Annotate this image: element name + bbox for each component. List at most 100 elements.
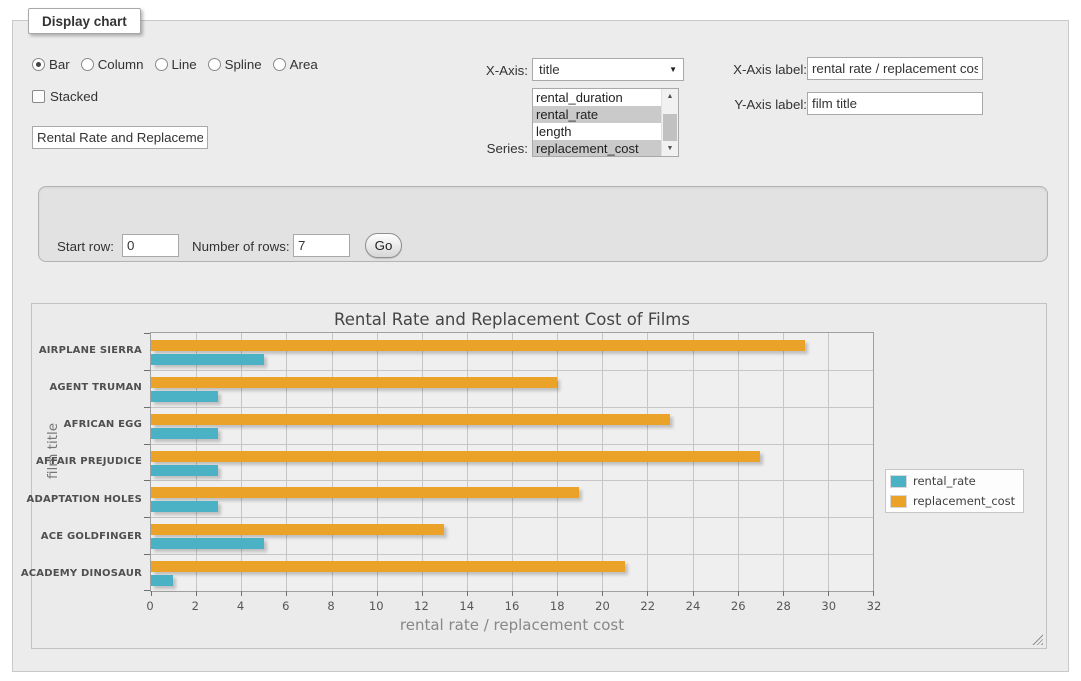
category-label: AFRICAN EGG bbox=[32, 406, 142, 443]
chart-legend: rental_rate replacement_cost bbox=[885, 469, 1024, 513]
y-axis-label-label: Y-Axis label: bbox=[715, 97, 807, 112]
x-tick-label: 0 bbox=[146, 599, 153, 613]
y-tick-mark bbox=[144, 407, 150, 408]
x-tick-mark bbox=[602, 591, 603, 596]
x-tick-mark bbox=[241, 591, 242, 596]
resize-handle-icon[interactable] bbox=[1032, 634, 1043, 645]
x-tick-mark bbox=[196, 591, 197, 596]
x-tick-mark bbox=[738, 591, 739, 596]
gridline bbox=[783, 333, 784, 591]
x-axis-label-input[interactable] bbox=[807, 57, 983, 80]
panel-legend: Display chart bbox=[28, 8, 141, 34]
series-options: rental_durationrental_ratelengthreplacem… bbox=[533, 89, 661, 156]
bar-replacement_cost bbox=[151, 451, 760, 462]
x-tick-mark bbox=[422, 591, 423, 596]
gridline bbox=[693, 333, 694, 591]
chart-type-radio-area[interactable] bbox=[273, 58, 286, 71]
series-option-length[interactable]: length bbox=[533, 123, 661, 140]
category-label: AIRPLANE SIERRA bbox=[32, 332, 142, 369]
bar-rental_rate bbox=[151, 575, 173, 586]
scroll-up-icon[interactable]: ▲ bbox=[662, 89, 678, 104]
y-axis-label-input[interactable] bbox=[807, 92, 983, 115]
y-tick-mark bbox=[144, 333, 150, 334]
chart-type-radio-label[interactable]: Spline bbox=[225, 57, 262, 72]
gridline bbox=[602, 333, 603, 591]
stacked-row: Stacked bbox=[32, 89, 98, 104]
x-tick-mark bbox=[647, 591, 648, 596]
chart-type-radio-label[interactable]: Bar bbox=[49, 57, 70, 72]
legend-label: rental_rate bbox=[913, 474, 976, 488]
y-tick-mark bbox=[144, 590, 150, 591]
gridline bbox=[512, 333, 513, 591]
chart-type-radio-label[interactable]: Area bbox=[290, 57, 318, 72]
bar-replacement_cost bbox=[151, 487, 579, 498]
x-tick-label: 20 bbox=[595, 599, 610, 613]
category-label: ADAPTATION HOLES bbox=[32, 481, 142, 518]
chart-type-option-column: Column bbox=[81, 57, 144, 72]
x-tick-mark bbox=[467, 591, 468, 596]
category-axis: AIRPLANE SIERRAAGENT TRUMANAFRICAN EGGAF… bbox=[32, 332, 142, 592]
bar-rental_rate bbox=[151, 465, 218, 476]
scroll-down-icon[interactable]: ▼ bbox=[662, 141, 678, 156]
x-tick-mark bbox=[286, 591, 287, 596]
bar-rental_rate bbox=[151, 428, 218, 439]
x-tick-label: 14 bbox=[459, 599, 474, 613]
chart-type-radio-bar[interactable] bbox=[32, 58, 45, 71]
gridline bbox=[196, 333, 197, 591]
x-tick-label: 30 bbox=[821, 599, 836, 613]
go-button[interactable]: Go bbox=[365, 233, 402, 258]
gridline bbox=[241, 333, 242, 591]
x-tick-label: 10 bbox=[369, 599, 384, 613]
bar-rental_rate bbox=[151, 538, 264, 549]
x-tick-mark bbox=[693, 591, 694, 596]
gridline bbox=[647, 333, 648, 591]
bar-rental_rate bbox=[151, 354, 264, 365]
stacked-label[interactable]: Stacked bbox=[50, 89, 98, 104]
y-tick-mark bbox=[144, 517, 150, 518]
stacked-checkbox[interactable] bbox=[32, 90, 45, 103]
bar-replacement_cost bbox=[151, 524, 444, 535]
x-tick-label: 32 bbox=[867, 599, 882, 613]
gridline bbox=[467, 333, 468, 591]
x-axis-label-label: X-Axis label: bbox=[715, 62, 807, 77]
category-label: ACE GOLDFINGER bbox=[32, 518, 142, 555]
chart-title: Rental Rate and Replacement Cost of Film… bbox=[150, 310, 874, 329]
x-tick-mark bbox=[151, 591, 152, 596]
start-row-input[interactable] bbox=[122, 234, 179, 257]
chart-type-radio-line[interactable] bbox=[155, 58, 168, 71]
x-tick-mark bbox=[377, 591, 378, 596]
series-label: Series: bbox=[461, 141, 528, 156]
series-option-rental_duration[interactable]: rental_duration bbox=[533, 89, 661, 106]
x-tick-label: 2 bbox=[192, 599, 199, 613]
chart-type-option-area: Area bbox=[273, 57, 318, 72]
num-rows-input[interactable] bbox=[293, 234, 350, 257]
chart-type-radio-spline[interactable] bbox=[208, 58, 221, 71]
y-tick-mark bbox=[144, 444, 150, 445]
chart-type-radio-label[interactable]: Column bbox=[98, 57, 144, 72]
chart-type-radio-column[interactable] bbox=[81, 58, 94, 71]
x-tick-mark bbox=[873, 591, 874, 596]
scrollbar-thumb[interactable] bbox=[663, 114, 677, 142]
x-tick-label: 18 bbox=[550, 599, 565, 613]
start-row-label: Start row: bbox=[57, 239, 114, 254]
chart-type-radio-label[interactable]: Line bbox=[172, 57, 197, 72]
dropdown-arrow-icon: ▼ bbox=[669, 65, 677, 74]
series-scrollbar[interactable]: ▲ ▼ bbox=[661, 89, 678, 156]
legend-label: replacement_cost bbox=[913, 494, 1015, 508]
gridline bbox=[151, 554, 873, 555]
x-tick-mark bbox=[557, 591, 558, 596]
chart-container: Rental Rate and Replacement Cost of Film… bbox=[31, 303, 1047, 649]
series-option-replacement_cost[interactable]: replacement_cost bbox=[533, 140, 661, 157]
legend-swatch-icon bbox=[891, 476, 906, 487]
series-option-rental_rate[interactable]: rental_rate bbox=[533, 106, 661, 123]
category-label: AGENT TRUMAN bbox=[32, 369, 142, 406]
series-listbox[interactable]: rental_durationrental_ratelengthreplacem… bbox=[532, 88, 679, 157]
y-tick-mark bbox=[144, 480, 150, 481]
plot-grid bbox=[150, 332, 874, 592]
bar-rental_rate bbox=[151, 391, 218, 402]
x-axis-select[interactable]: title ▼ bbox=[532, 58, 684, 81]
chart-title-input[interactable] bbox=[32, 126, 208, 149]
y-tick-mark bbox=[144, 370, 150, 371]
x-tick-label: 16 bbox=[505, 599, 520, 613]
legend-entry-rental_rate: rental_rate bbox=[891, 474, 1015, 488]
